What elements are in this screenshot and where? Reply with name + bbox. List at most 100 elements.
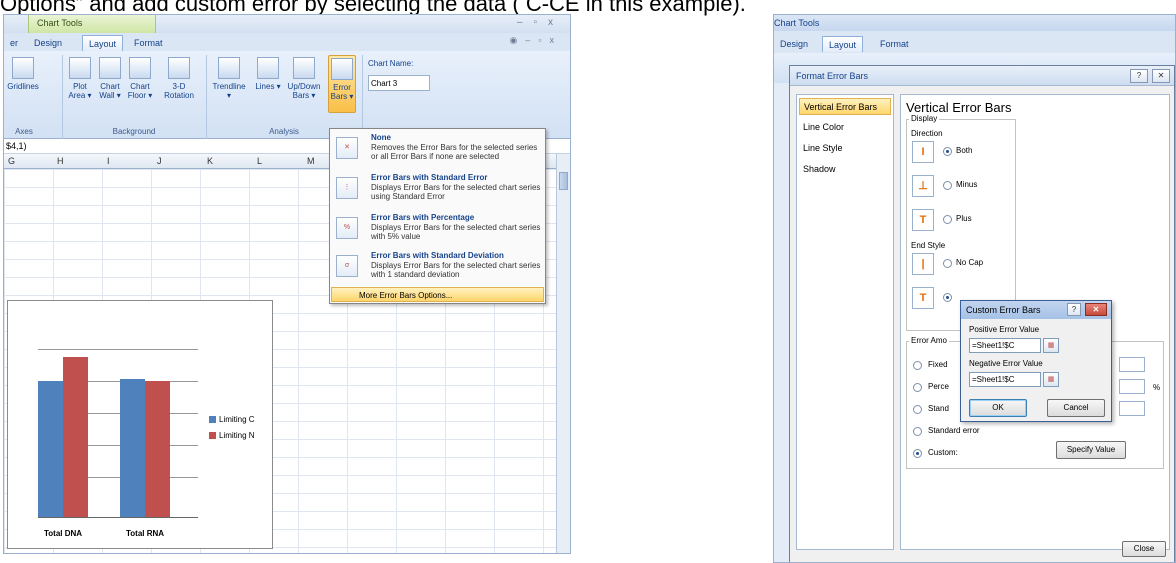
error-bars-dropdown: ✕ None Removes the Error Bars for the se… [329, 128, 546, 304]
percentage-value-input[interactable] [1119, 379, 1145, 394]
group-label-axes: Axes [15, 127, 33, 136]
chart-wall-button[interactable]: Chart Wall ▾ [96, 55, 124, 113]
nav-item-shadow[interactable]: Shadow [799, 161, 891, 178]
cap-icon: T [912, 287, 934, 309]
tab-design[interactable]: Design [28, 35, 68, 51]
column-header[interactable]: M [307, 156, 315, 166]
custom-dialog-title: Custom Error Bars [966, 305, 1041, 315]
negative-error-input[interactable]: =Sheet1!$C [969, 372, 1041, 387]
more-error-bars-options[interactable]: More Error Bars Options... [331, 287, 544, 302]
chart-name-input[interactable]: Chart 3 [368, 75, 430, 91]
radio-custom[interactable] [913, 449, 922, 458]
trendline-button[interactable]: Trendline ▾ [210, 55, 248, 113]
chart-floor-button[interactable]: Chart Floor ▾ [126, 55, 154, 113]
category-nav: Vertical Error Bars Line Color Line Styl… [796, 94, 894, 550]
tab-format[interactable]: Format [874, 36, 915, 52]
radio-both[interactable] [943, 147, 952, 156]
close-icon[interactable]: ✕ [1152, 69, 1170, 83]
tab-layout[interactable]: Layout [822, 36, 864, 52]
tab-partial[interactable]: er [4, 35, 24, 51]
custom-error-bars-dialog: Custom Error Bars ? ✕ Positive Error Val… [960, 300, 1112, 422]
radio-standard-deviation[interactable] [913, 405, 922, 414]
percent-symbol: % [1153, 383, 1161, 392]
up-down-bars-button[interactable]: Up/Down Bars ▾ [286, 55, 322, 113]
nav-item-line-style[interactable]: Line Style [799, 140, 891, 157]
nav-item-vertical-error-bars[interactable]: Vertical Error Bars [799, 98, 891, 115]
ribbon-tabs: Design Layout Format [774, 31, 1175, 53]
specify-value-button[interactable]: Specify Value [1056, 441, 1126, 459]
column-header[interactable]: I [107, 156, 110, 166]
ok-button[interactable]: OK [969, 399, 1027, 417]
radio-percentage[interactable] [913, 383, 922, 392]
error-amount-label: Error Amo [909, 336, 950, 345]
plot-area-button[interactable]: Plot Area ▾ [66, 55, 94, 113]
column-header[interactable]: L [257, 156, 262, 166]
positive-error-label: Positive Error Value [969, 325, 1040, 334]
radio-cap[interactable] [943, 293, 952, 302]
percentage-label: Perce [928, 382, 949, 391]
fixed-label: Fixed [928, 360, 948, 369]
negative-error-label: Negative Error Value [969, 359, 1043, 368]
standard-deviation-input[interactable] [1119, 401, 1145, 416]
menu-item-none[interactable]: ✕ None Removes the Error Bars for the se… [330, 131, 545, 171]
collapse-dialog-icon[interactable]: ▦ [1043, 372, 1059, 387]
menu-item-standard-error[interactable]: ⋮ Error Bars with Standard Error Display… [330, 171, 545, 211]
direction-label: Direction [911, 129, 943, 138]
bar[interactable] [120, 379, 145, 517]
bar[interactable] [38, 381, 63, 517]
gridlines-button[interactable]: Gridlines [6, 55, 40, 113]
radio-no-cap[interactable] [943, 259, 952, 268]
embedded-chart[interactable]: Total DNA Total RNA Limiting C Limiting … [7, 300, 273, 549]
bar[interactable] [145, 381, 170, 517]
ribbon-window-icons[interactable]: ◉–▫x [509, 35, 562, 46]
title-bar: Chart Tools –▫x [4, 15, 570, 33]
help-icon[interactable]: ? [1067, 303, 1081, 316]
chart-tools-label: Chart Tools [774, 18, 820, 28]
legend-item: Limiting N [209, 427, 255, 443]
column-header[interactable]: H [57, 156, 64, 166]
category-label: Total DNA [44, 529, 83, 538]
standard-error-label: Standard error [928, 426, 980, 435]
column-header[interactable]: K [207, 156, 213, 166]
x-axis [38, 517, 198, 518]
3d-rotation-button[interactable]: 3-D Rotation [159, 55, 199, 113]
tab-format[interactable]: Format [128, 35, 169, 51]
error-bars-button[interactable]: Error Bars ▾ [328, 55, 356, 113]
positive-error-input[interactable]: =Sheet1!$C [969, 338, 1041, 353]
window-controls[interactable]: –▫x [517, 17, 564, 28]
column-header[interactable]: J [157, 156, 162, 166]
nav-item-line-color[interactable]: Line Color [799, 119, 891, 136]
minus-label: Minus [956, 180, 978, 189]
legend-swatch [209, 431, 216, 439]
fixed-value-input[interactable] [1119, 357, 1145, 372]
radio-plus[interactable] [943, 215, 952, 224]
scrollbar-thumb[interactable] [559, 172, 568, 190]
close-icon[interactable]: ✕ [1085, 303, 1107, 316]
gridline [38, 349, 198, 350]
lines-button[interactable]: Lines ▾ [254, 55, 282, 113]
ribbon-tabs: er Design Layout Format [4, 33, 570, 51]
menu-item-percentage[interactable]: % Error Bars with Percentage Displays Er… [330, 211, 545, 251]
category-label: Total RNA [126, 529, 165, 538]
standard-deviation-icon: σ [336, 255, 358, 277]
vertical-scrollbar[interactable] [556, 154, 570, 553]
tab-layout[interactable]: Layout [82, 35, 124, 51]
bar[interactable] [63, 357, 88, 517]
radio-minus[interactable] [943, 181, 952, 190]
chart-legend: Limiting C Limiting N [209, 411, 255, 443]
column-header[interactable]: G [8, 156, 15, 166]
title-bar: Chart Tools [774, 15, 1175, 31]
collapse-dialog-icon[interactable]: ▦ [1043, 338, 1059, 353]
ribbon-separator [62, 55, 63, 139]
tab-design[interactable]: Design [774, 36, 814, 52]
radio-standard-error[interactable] [913, 427, 922, 436]
3d-rotation-icon [168, 57, 190, 79]
help-icon[interactable]: ? [1130, 69, 1148, 83]
close-button[interactable]: Close [1122, 541, 1166, 557]
radio-fixed[interactable] [913, 361, 922, 370]
up-down-bars-icon [293, 57, 315, 79]
no-error-bars-icon: ✕ [336, 137, 358, 159]
cancel-button[interactable]: Cancel [1047, 399, 1105, 417]
minus-direction-icon: ⊥ [912, 175, 934, 197]
menu-item-standard-deviation[interactable]: σ Error Bars with Standard Deviation Dis… [330, 249, 545, 289]
